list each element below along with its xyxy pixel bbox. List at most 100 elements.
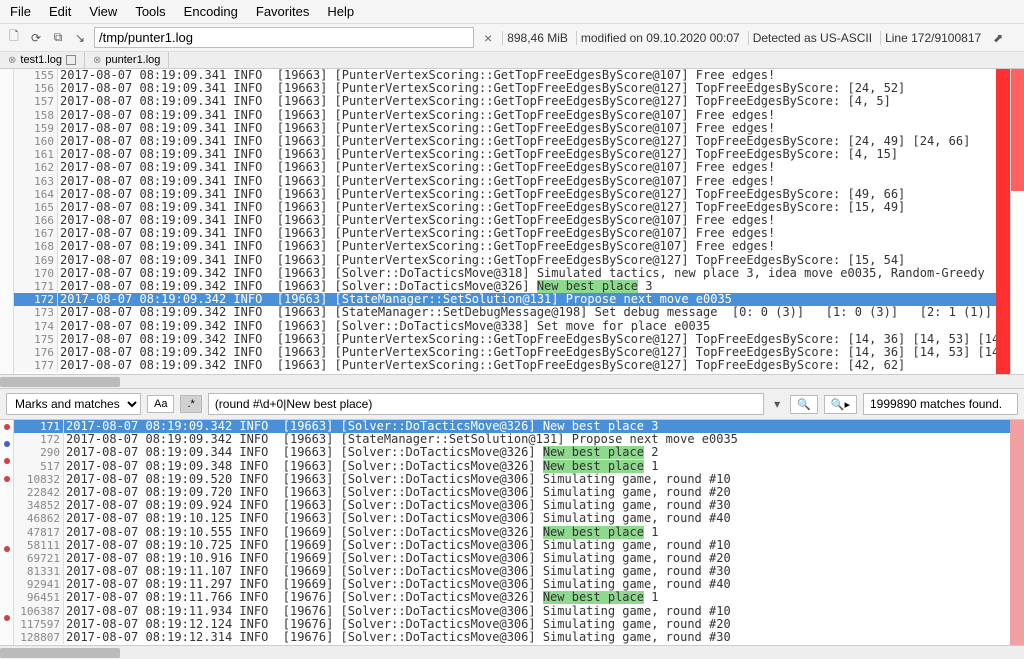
line-number: 160 <box>14 135 58 148</box>
log-line[interactable]: 1752017-08-07 08:19:09.342 INFO [19663] … <box>14 333 996 346</box>
line-number: 96451 <box>14 591 64 604</box>
log-line[interactable]: 228422017-08-07 08:19:09.720 INFO [19663… <box>14 486 1010 499</box>
line-number: 174 <box>14 320 58 333</box>
line-text: 2017-08-07 08:19:10.725 INFO [19669] [So… <box>64 539 1010 552</box>
log-line[interactable]: 1712017-08-07 08:19:09.342 INFO [19663] … <box>14 420 1010 433</box>
log-line[interactable]: 1175972017-08-07 08:19:12.124 INFO [1967… <box>14 618 1010 631</box>
line-text: 2017-08-07 08:19:09.341 INFO [19663] [Pu… <box>58 69 996 82</box>
horizontal-scrollbar-2[interactable] <box>0 645 1024 659</box>
log-line[interactable]: 697212017-08-07 08:19:10.916 INFO [19669… <box>14 552 1010 565</box>
log-line[interactable]: 478172017-08-07 08:19:10.555 INFO [19669… <box>14 526 1010 539</box>
log-line[interactable]: 1712017-08-07 08:19:09.342 INFO [19663] … <box>14 280 996 293</box>
log-line[interactable]: 1552017-08-07 08:19:09.341 INFO [19663] … <box>14 69 996 82</box>
copy-icon[interactable]: ⧉ <box>50 30 66 46</box>
log-line[interactable]: 813312017-08-07 08:19:11.107 INFO [19669… <box>14 565 1010 578</box>
log-line[interactable]: 1672017-08-07 08:19:09.341 INFO [19663] … <box>14 227 996 240</box>
follow-icon[interactable]: ↘ <box>72 30 88 46</box>
log-line[interactable]: 1762017-08-07 08:19:09.342 INFO [19663] … <box>14 346 996 359</box>
line-text: 2017-08-07 08:19:10.125 INFO [19663] [So… <box>64 512 1010 525</box>
filtered-log-view[interactable]: 1712017-08-07 08:19:09.342 INFO [19663] … <box>0 420 1024 645</box>
line-marker-icon <box>4 424 10 430</box>
file-path-input[interactable] <box>94 27 474 48</box>
log-line[interactable]: 1288072017-08-07 08:19:12.314 INFO [1967… <box>14 631 1010 644</box>
popout-icon[interactable]: ⬈ <box>991 31 1005 45</box>
overview-ruler-2[interactable] <box>1010 69 1024 374</box>
menu-edit[interactable]: Edit <box>49 4 71 19</box>
line-number: 92941 <box>14 578 64 591</box>
log-line[interactable]: 1612017-08-07 08:19:09.341 INFO [19663] … <box>14 148 996 161</box>
log-line[interactable]: 1702017-08-07 08:19:09.342 INFO [19663] … <box>14 267 996 280</box>
status-position: Line 172/9100817 <box>880 31 985 45</box>
log-line[interactable]: 1632017-08-07 08:19:09.341 INFO [19663] … <box>14 175 996 188</box>
line-text: 2017-08-07 08:19:09.341 INFO [19663] [Pu… <box>58 82 996 95</box>
marker-gutter <box>0 420 14 645</box>
log-line[interactable]: 1682017-08-07 08:19:09.341 INFO [19663] … <box>14 240 996 253</box>
log-line[interactable]: 5172017-08-07 08:19:09.348 INFO [19663] … <box>14 460 1010 473</box>
log-line[interactable]: 1602017-08-07 08:19:09.341 INFO [19663] … <box>14 135 996 148</box>
log-line[interactable]: 1732017-08-07 08:19:09.342 INFO [19663] … <box>14 306 996 319</box>
search-next-icon[interactable]: 🔍▸ <box>824 395 857 414</box>
log-line[interactable]: 1622017-08-07 08:19:09.341 INFO [19663] … <box>14 161 996 174</box>
log-line[interactable]: 468622017-08-07 08:19:10.125 INFO [19663… <box>14 512 1010 525</box>
search-mode-select[interactable]: Marks and matches <box>6 393 141 415</box>
line-text: 2017-08-07 08:19:09.342 INFO [19663] [Pu… <box>58 346 996 359</box>
menu-view[interactable]: View <box>89 4 117 19</box>
log-line[interactable]: 1572017-08-07 08:19:09.341 INFO [19663] … <box>14 95 996 108</box>
line-text: 2017-08-07 08:19:09.342 INFO [19663] [St… <box>58 306 996 319</box>
tab-punter1[interactable]: ⊗ punter1.log <box>85 52 169 68</box>
log-line[interactable]: 1642017-08-07 08:19:09.341 INFO [19663] … <box>14 188 996 201</box>
line-text: 2017-08-07 08:19:09.342 INFO [19663] [St… <box>58 293 996 306</box>
log-line[interactable]: 581112017-08-07 08:19:10.725 INFO [19669… <box>14 539 1010 552</box>
log-line[interactable]: 348522017-08-07 08:19:09.924 INFO [19663… <box>14 499 1010 512</box>
log-line[interactable]: 108322017-08-07 08:19:09.520 INFO [19663… <box>14 473 1010 486</box>
refresh-icon[interactable]: ⟳ <box>28 30 44 46</box>
log-line[interactable]: 2902017-08-07 08:19:09.344 INFO [19663] … <box>14 446 1010 459</box>
clear-path-icon[interactable]: × <box>480 30 496 46</box>
horizontal-scrollbar[interactable] <box>0 374 1024 388</box>
log-line[interactable]: 964512017-08-07 08:19:11.766 INFO [19676… <box>14 591 1010 604</box>
menu-tools[interactable]: Tools <box>135 4 165 19</box>
main-log-view[interactable]: 1552017-08-07 08:19:09.341 INFO [19663] … <box>0 69 1024 374</box>
log-line[interactable]: 1652017-08-07 08:19:09.341 INFO [19663] … <box>14 201 996 214</box>
log-line[interactable]: 1592017-08-07 08:19:09.341 INFO [19663] … <box>14 122 996 135</box>
case-toggle[interactable]: Aa <box>147 395 174 413</box>
line-text: 2017-08-07 08:19:09.341 INFO [19663] [Pu… <box>58 161 996 174</box>
log-line[interactable]: 1582017-08-07 08:19:09.341 INFO [19663] … <box>14 109 996 122</box>
line-number: 175 <box>14 333 58 346</box>
log-line[interactable]: 929412017-08-07 08:19:11.297 INFO [19669… <box>14 578 1010 591</box>
log-line[interactable]: 1772017-08-07 08:19:09.342 INFO [19663] … <box>14 359 996 372</box>
line-number: 176 <box>14 346 58 359</box>
log-line[interactable]: 1742017-08-07 08:19:09.342 INFO [19663] … <box>14 320 996 333</box>
line-text: 2017-08-07 08:19:09.341 INFO [19663] [Pu… <box>58 135 996 148</box>
line-number: 47817 <box>14 526 64 539</box>
search-icon[interactable]: 🔍 <box>790 395 818 414</box>
regex-toggle[interactable]: .* <box>180 395 201 413</box>
menu-help[interactable]: Help <box>327 4 354 19</box>
dropdown-icon[interactable]: ▾ <box>770 397 784 411</box>
line-text: 2017-08-07 08:19:09.341 INFO [19663] [Pu… <box>58 148 996 161</box>
line-text: 2017-08-07 08:19:12.124 INFO [19676] [So… <box>64 618 1010 631</box>
menu-file[interactable]: File <box>10 4 31 19</box>
line-number: 169 <box>14 254 58 267</box>
search-input[interactable] <box>208 393 764 415</box>
log-line[interactable]: 1562017-08-07 08:19:09.341 INFO [19663] … <box>14 82 996 95</box>
line-number: 168 <box>14 240 58 253</box>
close-icon[interactable]: ⊗ <box>8 55 16 66</box>
tab-test1[interactable]: ⊗ test1.log <box>0 52 85 68</box>
log-line[interactable]: 1692017-08-07 08:19:09.341 INFO [19663] … <box>14 254 996 267</box>
log-line[interactable]: 1063872017-08-07 08:19:11.934 INFO [1967… <box>14 605 1010 618</box>
overview-ruler[interactable] <box>996 69 1010 374</box>
menu-favorites[interactable]: Favorites <box>256 4 309 19</box>
log-line[interactable]: 1662017-08-07 08:19:09.341 INFO [19663] … <box>14 214 996 227</box>
open-file-icon[interactable]: 🗋 <box>6 30 22 46</box>
close-icon[interactable]: ⊗ <box>93 55 101 66</box>
match-highlight: New best place <box>543 446 644 459</box>
status-bar: 898,46 MiB modified on 09.10.2020 00:07 … <box>502 31 985 45</box>
line-number: 46862 <box>14 512 64 525</box>
overview-ruler[interactable] <box>1010 420 1024 645</box>
log-line[interactable]: 1722017-08-07 08:19:09.342 INFO [19663] … <box>14 433 1010 446</box>
menu-encoding[interactable]: Encoding <box>184 4 238 19</box>
line-text: 2017-08-07 08:19:09.720 INFO [19663] [So… <box>64 486 1010 499</box>
log-line[interactable]: 1722017-08-07 08:19:09.342 INFO [19663] … <box>14 293 996 306</box>
line-text: 2017-08-07 08:19:11.766 INFO [19676] [So… <box>64 591 1010 604</box>
